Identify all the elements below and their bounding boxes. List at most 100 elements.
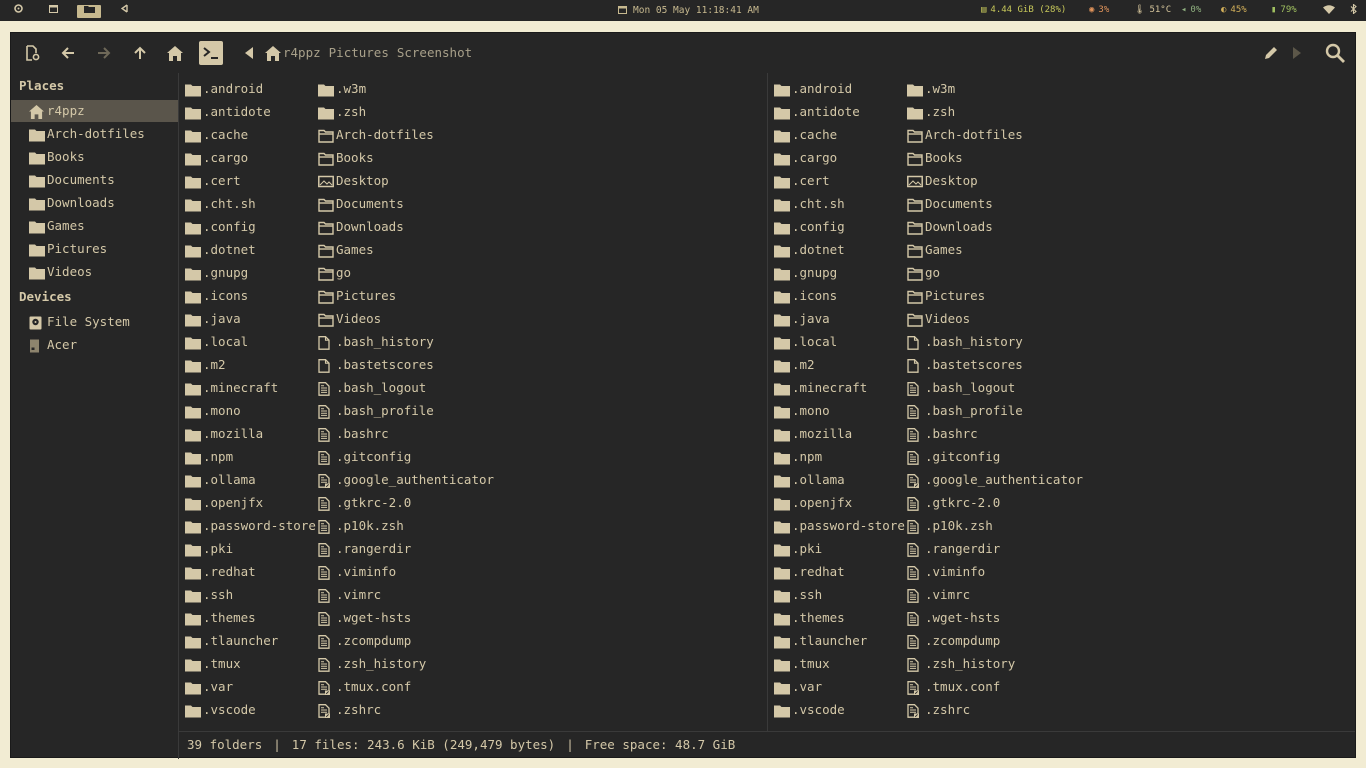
file-item[interactable]: .antidote — [774, 100, 905, 123]
file-item[interactable]: .pki — [185, 537, 316, 560]
file-item[interactable]: .npm — [774, 445, 905, 468]
file-item[interactable]: .google_authenticator — [318, 468, 494, 491]
file-item[interactable]: .mozilla — [774, 422, 905, 445]
file-item[interactable]: .m2 — [774, 353, 905, 376]
file-item[interactable]: .gnupg — [185, 261, 316, 284]
workspace-code[interactable] — [113, 4, 137, 17]
file-item[interactable]: .ollama — [774, 468, 905, 491]
file-item[interactable]: .pki — [774, 537, 905, 560]
breadcrumb-item[interactable]: r4ppz — [283, 45, 321, 60]
file-item[interactable]: .password-store — [774, 514, 905, 537]
file-item[interactable]: Pictures — [318, 284, 494, 307]
breadcrumb-item[interactable]: Screenshot — [397, 45, 472, 60]
file-item[interactable]: .bash_logout — [318, 376, 494, 399]
file-item[interactable]: .zcompdump — [318, 629, 494, 652]
file-item[interactable]: .tmux — [774, 652, 905, 675]
file-item[interactable]: .gitconfig — [907, 445, 1083, 468]
file-item[interactable]: Desktop — [907, 169, 1083, 192]
file-item[interactable]: .gitconfig — [318, 445, 494, 468]
file-item[interactable]: .cht.sh — [774, 192, 905, 215]
file-item[interactable]: .zshrc — [318, 698, 494, 721]
sidebar-item-arch-dotfiles[interactable]: Arch-dotfiles — [11, 123, 179, 145]
file-item[interactable]: .tmux — [185, 652, 316, 675]
search-button[interactable] — [1323, 41, 1347, 65]
file-item[interactable]: .viminfo — [907, 560, 1083, 583]
file-item[interactable]: .android — [185, 77, 316, 100]
file-item[interactable]: .zsh_history — [907, 652, 1083, 675]
breadcrumb-home[interactable] — [265, 46, 281, 61]
file-item[interactable]: Arch-dotfiles — [318, 123, 494, 146]
file-item[interactable]: .password-store — [185, 514, 316, 537]
file-item[interactable]: .bastetscores — [318, 353, 494, 376]
file-pane-right[interactable]: .android .antidote .cache .cargo .cert .… — [768, 73, 1355, 731]
file-item[interactable]: .w3m — [907, 77, 1083, 100]
file-item[interactable]: .bash_profile — [907, 399, 1083, 422]
forward-button[interactable] — [92, 41, 116, 65]
file-item[interactable]: .m2 — [185, 353, 316, 376]
sidebar-item-books[interactable]: Books — [11, 146, 179, 168]
file-item[interactable]: .ssh — [185, 583, 316, 606]
sidebar-item-pictures[interactable]: Pictures — [11, 238, 179, 260]
file-item[interactable]: .gtkrc-2.0 — [907, 491, 1083, 514]
file-item[interactable]: .bashrc — [907, 422, 1083, 445]
device-item-file-system[interactable]: File System — [11, 311, 179, 333]
file-item[interactable]: .mono — [185, 399, 316, 422]
file-item[interactable]: Downloads — [907, 215, 1083, 238]
file-item[interactable]: .cache — [185, 123, 316, 146]
file-item[interactable]: Arch-dotfiles — [907, 123, 1083, 146]
edit-path-button[interactable] — [1259, 41, 1283, 65]
file-item[interactable]: .cargo — [774, 146, 905, 169]
file-item[interactable]: .var — [774, 675, 905, 698]
file-item[interactable]: Games — [318, 238, 494, 261]
workspace-launcher[interactable] — [6, 4, 30, 17]
back-button[interactable] — [56, 41, 80, 65]
file-item[interactable]: .dotnet — [774, 238, 905, 261]
volume-widget[interactable]: ◂ 0% — [1181, 0, 1201, 21]
wifi-widget[interactable] — [1323, 0, 1335, 21]
file-item[interactable]: .bash_history — [318, 330, 494, 353]
file-item[interactable]: .vscode — [185, 698, 316, 721]
file-item[interactable]: .dotnet — [185, 238, 316, 261]
file-item[interactable]: .icons — [774, 284, 905, 307]
file-item[interactable]: .cargo — [185, 146, 316, 169]
file-item[interactable]: .cht.sh — [185, 192, 316, 215]
file-item[interactable]: .bash_history — [907, 330, 1083, 353]
file-item[interactable]: go — [318, 261, 494, 284]
file-item[interactable]: .zshrc — [907, 698, 1083, 721]
file-item[interactable]: .zcompdump — [907, 629, 1083, 652]
open-terminal-button[interactable] — [199, 41, 223, 65]
file-item[interactable]: .minecraft — [185, 376, 316, 399]
file-item[interactable]: .p10k.zsh — [318, 514, 494, 537]
file-item[interactable]: Pictures — [907, 284, 1083, 307]
file-item[interactable]: Videos — [318, 307, 494, 330]
file-pane-left[interactable]: .android .antidote .cache .cargo .cert .… — [179, 73, 767, 731]
file-item[interactable]: .java — [774, 307, 905, 330]
file-item[interactable]: .ssh — [774, 583, 905, 606]
file-item[interactable]: .viminfo — [318, 560, 494, 583]
file-item[interactable]: Desktop — [318, 169, 494, 192]
file-item[interactable]: .w3m — [318, 77, 494, 100]
file-item[interactable]: .tlauncher — [185, 629, 316, 652]
file-item[interactable]: .mozilla — [185, 422, 316, 445]
file-item[interactable]: .rangerdir — [907, 537, 1083, 560]
file-item[interactable]: .tmux.conf — [318, 675, 494, 698]
sidebar-item-documents[interactable]: Documents — [11, 169, 179, 191]
file-item[interactable]: .var — [185, 675, 316, 698]
file-item[interactable]: .vimrc — [318, 583, 494, 606]
bluetooth-widget[interactable] — [1350, 0, 1357, 21]
file-item[interactable]: .vscode — [774, 698, 905, 721]
file-item[interactable]: .openjfx — [185, 491, 316, 514]
file-item[interactable]: .wget-hsts — [907, 606, 1083, 629]
file-item[interactable]: .local — [185, 330, 316, 353]
file-item[interactable]: Books — [318, 146, 494, 169]
file-item[interactable]: .redhat — [774, 560, 905, 583]
file-item[interactable]: .minecraft — [774, 376, 905, 399]
sidebar-item-downloads[interactable]: Downloads — [11, 192, 179, 214]
file-item[interactable]: .gnupg — [774, 261, 905, 284]
sidebar-item-videos[interactable]: Videos — [11, 261, 179, 283]
file-item[interactable]: .bash_logout — [907, 376, 1083, 399]
file-item[interactable]: .gtkrc-2.0 — [318, 491, 494, 514]
file-item[interactable]: .themes — [774, 606, 905, 629]
file-item[interactable]: .npm — [185, 445, 316, 468]
new-window-button[interactable] — [20, 41, 44, 65]
